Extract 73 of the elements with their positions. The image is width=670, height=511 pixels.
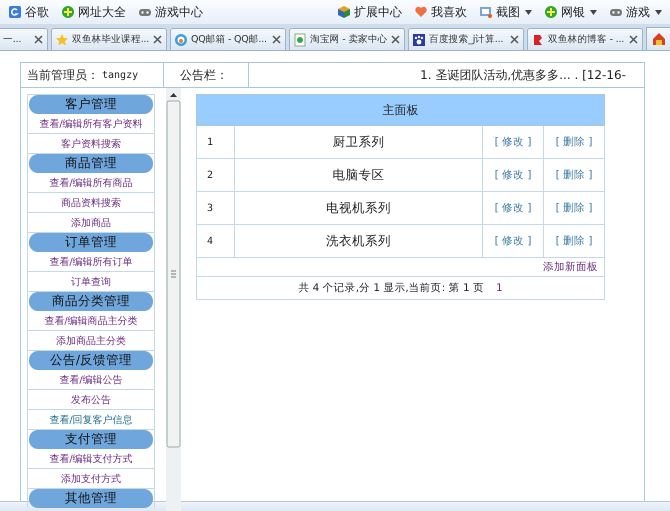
table-cell: 厨卫系列 [234, 126, 482, 158]
menu-link[interactable]: 查看/编辑公告 [59, 372, 123, 386]
row-number: 1 [196, 126, 234, 158]
page-link[interactable]: 1 [496, 282, 503, 294]
menu-group-header: 其他管理 [29, 489, 153, 508]
bookmark-button[interactable]: 网址大全 [61, 4, 126, 20]
bookmark-button[interactable]: 游戏中心 [138, 4, 203, 20]
notice-label: 公告栏： [180, 66, 228, 84]
panel-title: 主面板 [196, 94, 604, 126]
row-number: 4 [196, 224, 234, 258]
row-number: 3 [196, 192, 234, 224]
bookmark-button[interactable]: 游戏 [609, 4, 650, 20]
menu-group-header: 订单管理 [29, 233, 153, 252]
close-icon[interactable] [272, 34, 282, 46]
menu-group-header: 客户管理 [29, 95, 153, 114]
close-icon[interactable] [153, 34, 163, 46]
caret-icon[interactable] [525, 10, 532, 14]
close-icon[interactable] [510, 34, 520, 46]
plus-circle-icon [544, 5, 558, 19]
menu-link[interactable]: 查看/编辑所有订单 [49, 254, 133, 268]
heart-icon [414, 5, 428, 19]
menu-group-header: 商品分类管理 [29, 292, 153, 311]
menu-link[interactable]: 添加商品主分类 [56, 334, 126, 348]
menu-group-header: 支付管理 [29, 430, 153, 449]
scrollbar[interactable] [166, 88, 181, 511]
bookmark-button[interactable]: 我喜欢 [414, 4, 467, 20]
add-panel-link[interactable]: 添加新面板 [543, 261, 598, 273]
table-cell: 电视机系列 [234, 192, 482, 224]
menu-group-header: 商品管理 [29, 154, 153, 173]
menu-link[interactable]: 客户资料搜索 [61, 136, 121, 150]
caret-icon[interactable] [590, 10, 597, 14]
row-number: 2 [196, 158, 234, 192]
close-icon[interactable] [391, 34, 401, 46]
plus-circle-icon [61, 5, 75, 19]
bookmark-button[interactable]: 扩展中心 [337, 4, 402, 20]
letter-tile-icon [8, 5, 22, 19]
browser-tab[interactable]: 百度搜索_j计算... [408, 28, 524, 50]
paw-icon [412, 32, 426, 46]
bookmark-button[interactable]: 谷歌 [8, 4, 49, 20]
menu-link[interactable]: 查看/编辑所有商品 [49, 176, 133, 190]
menu-link[interactable]: 添加支付方式 [61, 472, 121, 486]
menu-link[interactable]: 查看/编辑商品主分类 [44, 314, 138, 328]
page-icon [293, 32, 307, 46]
menu-group-header: 公告/反馈管理 [29, 351, 153, 370]
house-icon[interactable] [652, 32, 666, 46]
browser-tab[interactable]: QQ邮箱 - QQ邮... [170, 28, 286, 50]
screenshot-icon [479, 5, 493, 19]
bookmark-button[interactable]: 网银 [544, 4, 585, 20]
caret-icon[interactable] [655, 10, 662, 14]
table-cell: 电脑专区 [234, 158, 482, 192]
menu-link[interactable]: 订单查询 [71, 274, 111, 288]
menu-link[interactable]: 查看/回复客户信息 [49, 412, 133, 426]
browser-tab[interactable]: 双鱼林毕业课程... [51, 28, 167, 50]
admin-label: 当前管理员： [27, 66, 99, 84]
close-icon[interactable] [34, 34, 44, 46]
star-icon [55, 32, 69, 46]
menu-link[interactable]: 查看/编辑支付方式 [49, 452, 133, 466]
notice-text: 1. 圣诞团队活动,优惠多多... . [12-16- [420, 66, 626, 84]
menu-link[interactable]: 商品资料搜索 [61, 196, 121, 210]
browser-tab[interactable]: 一... [0, 28, 48, 50]
browser-tab[interactable]: 淘宝网 - 卖家中心 [289, 28, 405, 50]
close-icon[interactable] [629, 34, 639, 46]
cube-icon [337, 5, 351, 19]
blog-icon [531, 32, 545, 46]
ring-icon [174, 32, 188, 46]
menu-link[interactable]: 发布公告 [71, 392, 111, 406]
menu-link[interactable]: 添加商品 [71, 216, 111, 230]
menu-link[interactable]: 查看/编辑所有客户资料 [39, 116, 143, 130]
bookmark-button[interactable]: 截图 [479, 4, 520, 20]
admin-name: tangzy [102, 70, 138, 80]
table-cell: 洗衣机系列 [234, 224, 482, 258]
browser-tab[interactable]: 双鱼林的博客 - ... [527, 28, 643, 50]
pagination-info: 共 4 个记录,分 1 显示,当前页: 第 1 页 [298, 282, 484, 294]
